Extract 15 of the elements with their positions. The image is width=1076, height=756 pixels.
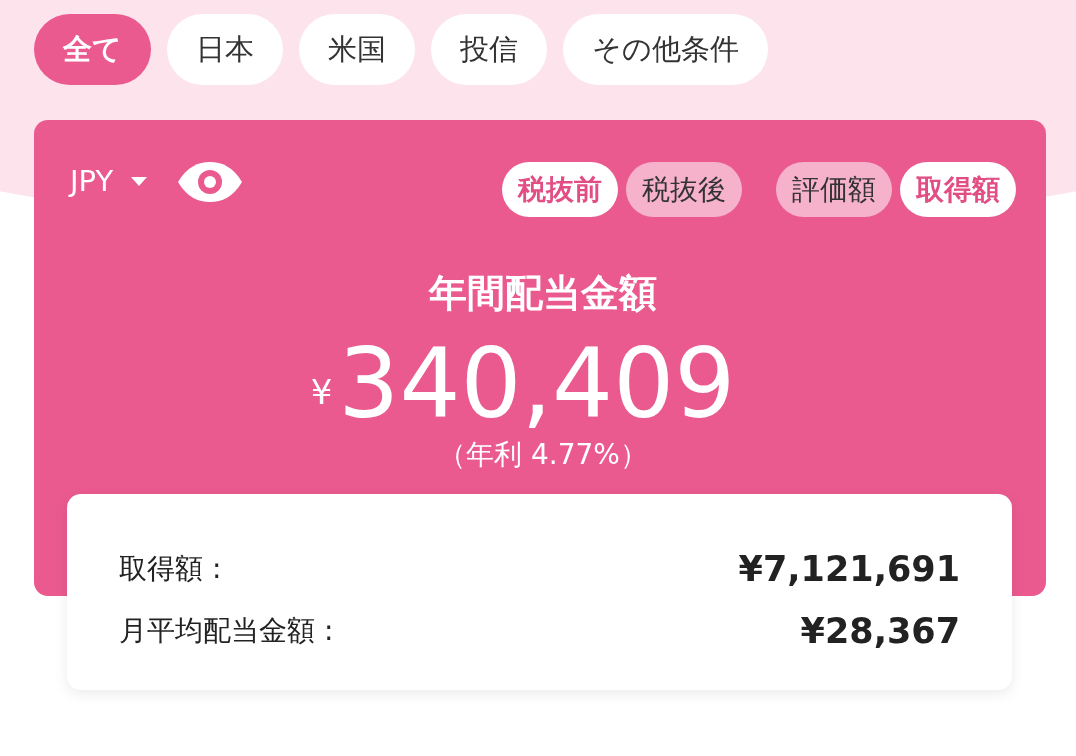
caret-icon — [131, 176, 148, 187]
eye-icon[interactable] — [177, 160, 244, 203]
detail-label: 月平均配当金額 : — [119, 613, 334, 649]
toggle-option[interactable]: 取得額 — [900, 162, 1016, 217]
toggle-option[interactable]: 税抜前 — [502, 162, 618, 217]
detail-value: ¥28,367 — [800, 609, 960, 653]
detail-value: ¥7,121,691 — [738, 547, 960, 591]
toggle-option[interactable]: 税抜後 — [626, 162, 742, 217]
detail-label: 取得額 : — [119, 551, 222, 587]
annual-yield: （年利 4.77%） — [438, 438, 648, 471]
annual-dividend-amount: 340,409 — [338, 336, 736, 432]
filter-chip[interactable]: その他条件 — [563, 14, 768, 85]
currency-symbol: ¥ — [310, 371, 333, 414]
toggle-option[interactable]: 評価額 — [776, 162, 892, 217]
annual-dividend-title: 年間配当金額 — [427, 270, 658, 317]
